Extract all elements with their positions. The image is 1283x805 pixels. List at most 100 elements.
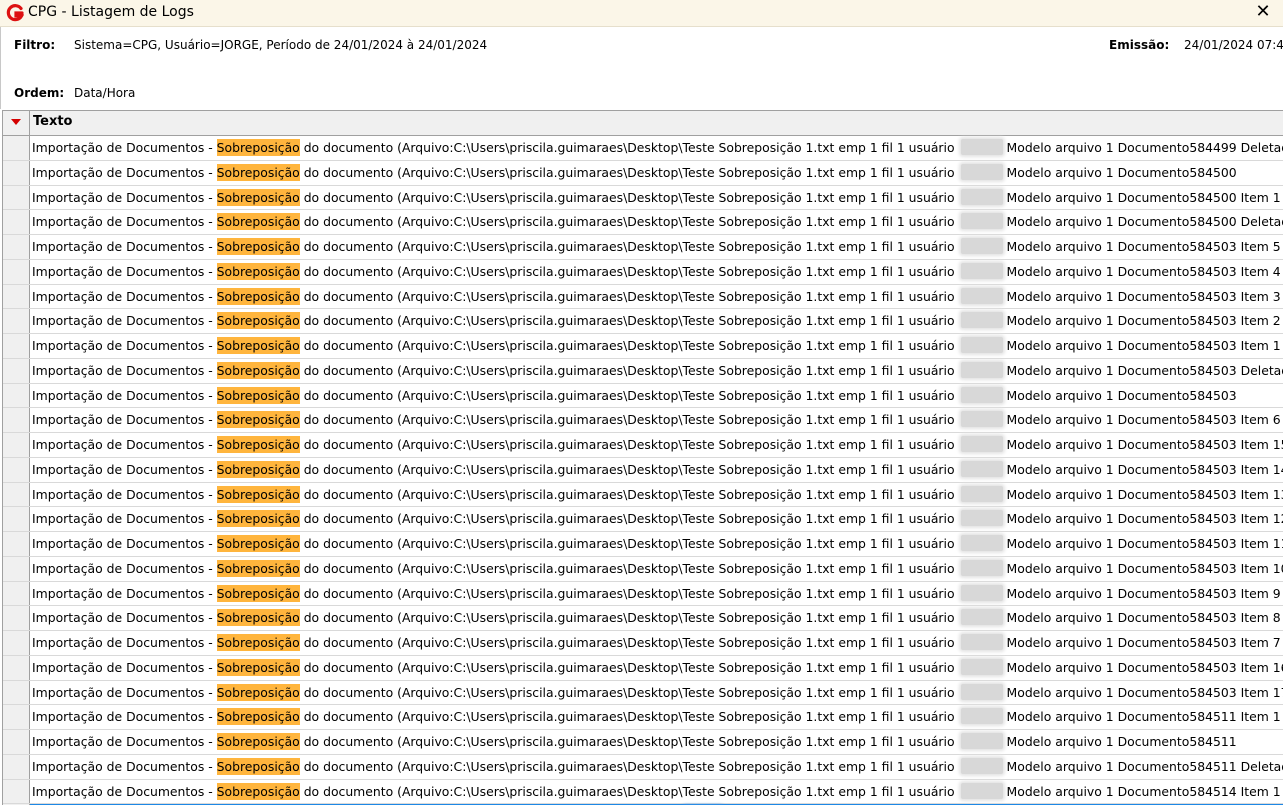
table-row[interactable]: Importação de Documentos - Sobreposição … (3, 160, 1283, 186)
row-text-middle: do documento (Arquivo:C:\Users\priscila.… (299, 189, 955, 205)
row-text-middle: do documento (Arquivo:C:\Users\priscila.… (299, 511, 955, 527)
table-row[interactable]: Importação de Documentos - Sobreposição … (3, 556, 1283, 582)
table-row[interactable]: Importação de Documentos - Sobreposição … (3, 284, 1283, 310)
row-text-prefix: Importação de Documentos - (32, 164, 217, 180)
search-highlight: Sobreposição (216, 584, 300, 602)
column-header-texto[interactable]: Texto (33, 114, 73, 129)
table-row[interactable]: Importação de Documentos - Sobreposição … (3, 309, 1283, 334)
table-row[interactable]: Importação de Documentos - Sobreposição … (3, 358, 1283, 384)
table-row[interactable]: Importação de Documentos - Sobreposição … (3, 779, 1283, 805)
row-text-middle: do documento (Arquivo:C:\Users\priscila.… (299, 783, 955, 799)
row-text-middle: do documento (Arquivo:C:\Users\priscila.… (299, 758, 955, 774)
table-row[interactable]: Importação de Documentos - Sobreposição … (3, 581, 1283, 607)
row-text: Importação de Documentos - Sobreposição … (32, 386, 1237, 404)
table-row[interactable]: Importação de Documentos - Sobreposição … (3, 408, 1283, 433)
table-row[interactable]: Importação de Documentos - Sobreposição … (3, 507, 1283, 532)
table-row[interactable]: Importação de Documentos - Sobreposição … (3, 606, 1283, 631)
table-row[interactable]: Importação de Documentos - Sobreposição … (3, 334, 1283, 359)
row-selector[interactable] (3, 779, 30, 804)
row-selector[interactable] (3, 705, 30, 729)
row-selector[interactable] (3, 581, 30, 606)
row-selector[interactable] (3, 631, 30, 655)
row-text-middle: do documento (Arquivo:C:\Users\priscila.… (299, 684, 955, 700)
row-selector[interactable] (3, 334, 30, 358)
row-selector[interactable] (3, 358, 30, 383)
table-row[interactable]: Importação de Documentos - Sobreposição … (3, 457, 1283, 483)
row-selector[interactable] (3, 259, 30, 284)
row-text-suffix: Modelo arquivo 1 Documento584500 Deletad… (1006, 214, 1283, 230)
row-selector[interactable] (3, 235, 30, 259)
row-text-suffix: Modelo arquivo 1 Documento584503 Item 1 … (1006, 338, 1283, 353)
row-selector[interactable] (3, 284, 30, 309)
row-text-prefix: Importação de Documentos - (32, 659, 217, 675)
table-row[interactable]: Importação de Documentos - Sobreposição … (3, 532, 1283, 557)
table-row[interactable]: Importação de Documentos - Sobreposição … (3, 730, 1283, 755)
table-row[interactable]: Importação de Documentos - Sobreposição … (3, 631, 1283, 656)
row-selector[interactable] (3, 507, 30, 531)
row-selector[interactable] (3, 408, 30, 432)
row-text: Importação de Documentos - Sobreposição … (32, 485, 1283, 503)
table-row[interactable]: Importação de Documentos - Sobreposição … (3, 259, 1283, 285)
table-row[interactable]: Importação de Documentos - Sobreposição … (3, 705, 1283, 730)
redacted-username (960, 213, 1003, 230)
row-selector[interactable] (3, 730, 30, 754)
row-text-suffix: Modelo arquivo 1 Documento584503 Item 5 … (1006, 239, 1283, 254)
search-highlight: Sobreposição (216, 337, 300, 354)
row-text-prefix: Importação de Documentos - (32, 362, 217, 378)
row-text-suffix: Modelo arquivo 1 Documento584503 Item 8 … (1006, 610, 1283, 626)
row-selector[interactable] (3, 210, 30, 234)
table-row[interactable]: Importação de Documentos - Sobreposição … (3, 210, 1283, 235)
row-text-prefix: Importação de Documentos - (32, 684, 217, 700)
row-selector[interactable] (3, 457, 30, 482)
search-highlight: Sobreposição (216, 361, 300, 379)
row-text: Importação de Documentos - Sobreposição … (32, 312, 1283, 330)
row-selector[interactable] (3, 309, 30, 333)
row-selector[interactable] (3, 556, 30, 581)
row-text-middle: do documento (Arquivo:C:\Users\priscila.… (299, 437, 955, 452)
table-row[interactable]: Importação de Documentos - Sobreposição … (3, 185, 1283, 211)
row-selector[interactable] (3, 680, 30, 705)
row-selector[interactable] (3, 606, 30, 630)
row-text-prefix: Importação de Documentos - (32, 610, 217, 626)
table-row[interactable]: Importação de Documentos - Sobreposição … (3, 136, 1283, 161)
redacted-username (960, 658, 1003, 675)
sort-arrow-icon[interactable] (3, 111, 30, 135)
redacted-username (960, 584, 1003, 601)
redacted-username (960, 436, 1003, 452)
row-selector[interactable] (3, 160, 30, 185)
row-text-suffix: Modelo arquivo 1 Documento584503 Item 16… (1006, 659, 1283, 675)
row-text-middle: do documento (Arquivo:C:\Users\priscila.… (299, 362, 955, 378)
table-row[interactable]: Importação de Documentos - Sobreposição … (3, 482, 1283, 508)
table-row[interactable]: Importação de Documentos - Sobreposição … (3, 433, 1283, 458)
row-text-suffix: Modelo arquivo 1 Documento584503 Item 12… (1006, 511, 1283, 527)
row-selector[interactable] (3, 433, 30, 457)
redacted-username (960, 411, 1003, 428)
table-row[interactable]: Importação de Documentos - Sobreposição … (3, 655, 1283, 681)
table-row[interactable]: Importação de Documentos - Sobreposição … (3, 235, 1283, 260)
row-text: Importação de Documentos - Sobreposição … (32, 287, 1283, 305)
redacted-username (960, 337, 1003, 353)
search-highlight: Sobreposição (216, 411, 300, 429)
row-text-prefix: Importação de Documentos - (32, 288, 217, 304)
table-row[interactable]: Importação de Documentos - Sobreposição … (3, 754, 1283, 780)
row-text: Importação de Documentos - Sobreposição … (32, 460, 1283, 478)
row-selector[interactable] (3, 754, 30, 779)
row-selector[interactable] (3, 482, 30, 507)
grid-header: Texto (3, 111, 1283, 136)
redacted-username (960, 782, 1003, 799)
row-text: Importação de Documentos - Sobreposição … (32, 683, 1283, 701)
row-selector[interactable] (3, 532, 30, 556)
table-row[interactable]: Importação de Documentos - Sobreposição … (3, 383, 1283, 409)
row-selector[interactable] (3, 185, 30, 210)
close-button[interactable]: ✕ (1249, 0, 1277, 26)
row-text: Importação de Documentos - Sobreposição … (32, 411, 1283, 429)
row-text-suffix: Modelo arquivo 1 Documento584503 Item 15… (1006, 437, 1283, 452)
row-text-prefix: Importação de Documentos - (32, 214, 217, 230)
redacted-username (960, 361, 1003, 378)
row-text-middle: do documento (Arquivo:C:\Users\priscila.… (299, 585, 955, 601)
row-selector[interactable] (3, 136, 30, 160)
row-selector[interactable] (3, 383, 30, 408)
redacted-username (960, 609, 1003, 626)
row-selector[interactable] (3, 655, 30, 680)
table-row[interactable]: Importação de Documentos - Sobreposição … (3, 680, 1283, 706)
